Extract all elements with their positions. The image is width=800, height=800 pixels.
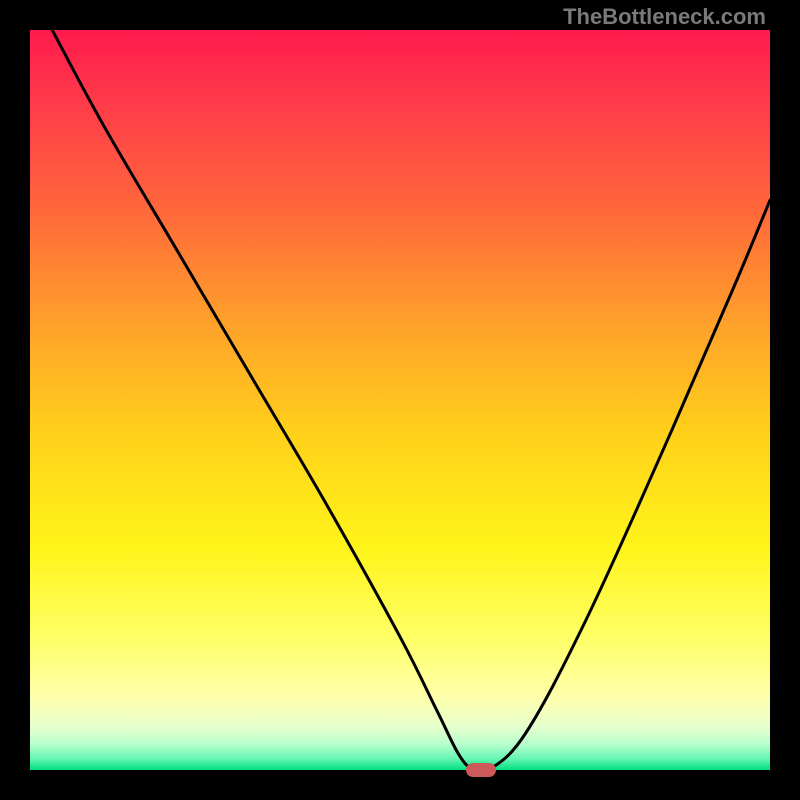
border-right [770,0,800,800]
border-left [0,0,30,800]
plot-area [30,30,770,770]
chart-container: TheBottleneck.com [0,0,800,800]
optimal-marker [466,763,496,777]
watermark-text: TheBottleneck.com [563,4,766,30]
gradient-background [30,30,770,770]
border-bottom [0,770,800,800]
